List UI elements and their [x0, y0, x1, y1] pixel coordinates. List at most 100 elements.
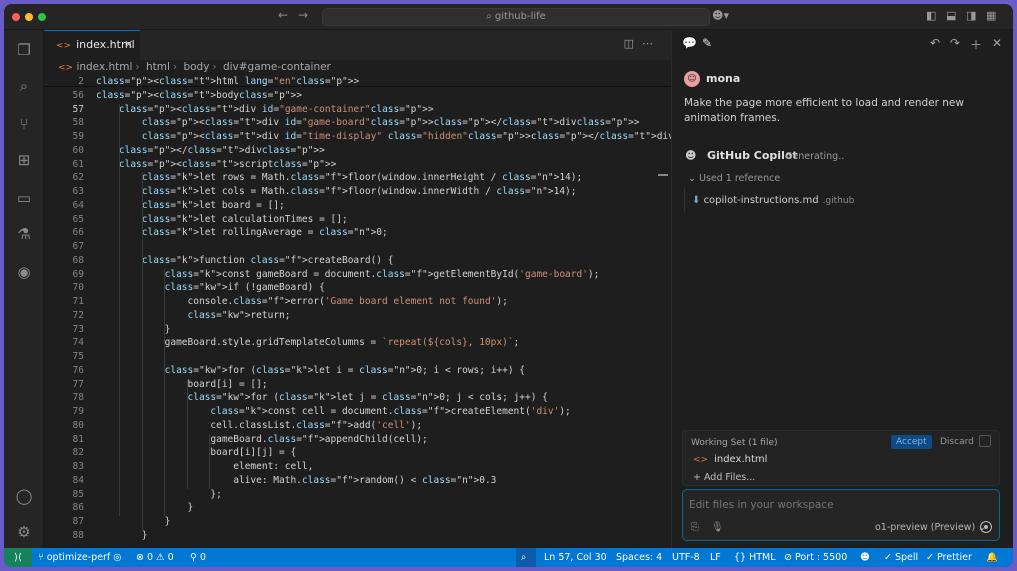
breadcrumb-div[interactable]: div#game-container — [223, 61, 331, 73]
code-line: class="k">let cols = Math.class="f">floo… — [141, 186, 577, 197]
code-line: class="k">function class="f">createBoard… — [141, 254, 394, 266]
indentation[interactable]: Spaces: 4 — [616, 548, 662, 567]
remote-explorer-icon[interactable]: ▭ — [14, 188, 34, 208]
customize-layout-icon[interactable]: ▦ — [986, 9, 996, 22]
chat-icon[interactable]: 💬 — [682, 36, 697, 50]
line-number: 56 — [72, 89, 84, 101]
breadcrumb-html[interactable]: html — [146, 61, 170, 73]
editor-actions[interactable]: ◫⋯ — [624, 37, 661, 50]
code-line: board[i] = []; — [96, 378, 268, 390]
attach-icon[interactable]: ⎘ — [691, 522, 699, 533]
settings-gear-icon[interactable]: ⚙ — [14, 522, 34, 542]
code-line: element: cell, — [96, 461, 314, 472]
indent-guide — [187, 378, 188, 489]
new-session-icon[interactable]: ＋ — [970, 36, 982, 53]
indent-guide — [209, 433, 210, 489]
testing-icon[interactable]: ⚗ — [14, 224, 34, 244]
user-message: Make the page more efficient to load and… — [684, 97, 964, 124]
live-server-port[interactable]: ⊘ Port : 5500 — [784, 548, 847, 567]
copilot-edits-icon[interactable]: ✎ — [702, 36, 712, 50]
send-icon[interactable] — [980, 521, 992, 533]
working-set-file[interactable]: <> index.html — [693, 454, 767, 465]
sticky-scroll-divider — [44, 86, 671, 87]
redo-icon[interactable]: ↷ — [950, 36, 960, 50]
problems-indicator[interactable]: ⊗ 0 ⚠ 0 — [136, 548, 174, 567]
markdown-file-icon: ⬇ — [692, 195, 704, 206]
model-picker[interactable]: o1-preview (Preview) ⌄ — [875, 522, 986, 533]
search-icon[interactable]: ⌕ — [14, 76, 34, 96]
zoom-icon[interactable]: ⌕ — [516, 548, 536, 567]
reference-item[interactable]: ⬇ copilot-instructions.md .github — [692, 195, 854, 206]
copilot-menu-icon[interactable]: ☻▾ — [712, 9, 729, 22]
chevron-down-icon: ⌄ — [688, 173, 699, 184]
line-number: 65 — [72, 213, 84, 225]
notifications-icon[interactable]: 🔔 — [986, 548, 998, 567]
command-center[interactable]: ⌕ github-life — [322, 8, 710, 26]
code-line: class="k">let board = []; — [141, 199, 285, 211]
activity-bar: ❐ ⌕ ⑂ ⊞ ▭ ⚗ ◉ ◯ ⚙ — [4, 30, 44, 548]
line-number: 66 — [72, 227, 84, 239]
title-bar: ← → ⌕ github-life ☻▾ ◧ ⬓ ◨ ▦ — [4, 4, 1013, 30]
microphone-icon[interactable]: 🎙 — [711, 522, 724, 533]
code-line: board[i][j] = { — [96, 447, 297, 459]
forward-button[interactable]: → — [298, 8, 308, 22]
toggle-primary-sidebar-icon[interactable]: ◧ — [926, 9, 936, 22]
cursor-position[interactable]: Ln 57, Col 30 — [544, 548, 607, 567]
close-tab-icon[interactable]: ✕ — [124, 31, 133, 59]
branch-name: optimize-perf — [46, 552, 111, 563]
accept-button[interactable]: Accept — [891, 435, 932, 449]
spell-indicator[interactable]: ✓ Spell — [884, 548, 918, 567]
language-mode[interactable]: {} HTML — [734, 548, 776, 567]
more-actions-icon[interactable] — [979, 435, 991, 447]
code-line: class="kw">if (!gameBoard) { — [164, 282, 325, 294]
accounts-icon[interactable]: ◯ — [14, 486, 34, 506]
line-number: 70 — [72, 282, 84, 294]
minimize-window-icon[interactable] — [25, 13, 33, 21]
line-number: 64 — [72, 199, 84, 211]
extensions-icon[interactable]: ⊞ — [14, 150, 34, 170]
line-number: 87 — [72, 516, 84, 527]
back-button[interactable]: ← — [278, 8, 288, 22]
prettier-indicator[interactable]: ✓ Prettier — [926, 548, 972, 567]
line-number: 74 — [72, 337, 84, 349]
encoding[interactable]: UTF-8 — [672, 548, 700, 567]
discard-button[interactable]: Discard — [935, 435, 979, 449]
end-of-line[interactable]: LF — [710, 548, 721, 567]
code-line: class="p"><class="t">scriptclass="p">> — [118, 158, 337, 170]
undo-icon[interactable]: ↶ — [930, 36, 940, 50]
line-number: 72 — [72, 309, 84, 321]
chat-input-box: ⎘ 🎙 o1-preview (Preview) ⌄ — [682, 489, 1000, 541]
branch-indicator[interactable]: ⑂ optimize-perf ◎ — [38, 548, 122, 567]
code-line: }; — [96, 488, 222, 500]
tab-index-html[interactable]: <> index.html ✕ — [44, 30, 140, 60]
breadcrumb-file[interactable]: index.html — [76, 61, 132, 73]
maximize-window-icon[interactable] — [38, 13, 46, 21]
remote-indicator-icon[interactable]: ⟩⟨ — [4, 548, 32, 567]
github-icon[interactable]: ◉ — [14, 262, 34, 282]
line-number: 85 — [72, 488, 84, 500]
line-number: 62 — [72, 172, 84, 184]
references-toggle[interactable]: ⌄ Used 1 reference — [688, 173, 780, 184]
line-number: 82 — [72, 447, 84, 459]
breadcrumb: <> index.html › html › body › div#game-cont… — [58, 61, 331, 73]
explorer-icon[interactable]: ❐ — [14, 40, 34, 60]
line-number: 83 — [72, 461, 84, 472]
line-number: 81 — [72, 433, 84, 445]
ports-indicator[interactable]: ⚲ 0 — [190, 548, 206, 567]
broadcast-icon: ⊘ — [784, 552, 795, 563]
line-number: 57 — [72, 103, 84, 115]
add-files-button[interactable]: + Add Files... — [693, 472, 755, 483]
close-window-icon[interactable] — [12, 13, 20, 21]
chat-input[interactable] — [689, 499, 979, 511]
source-control-icon[interactable]: ⑂ — [14, 114, 34, 134]
toggle-secondary-sidebar-icon[interactable]: ◨ — [966, 9, 976, 22]
line-number: 88 — [72, 529, 84, 541]
close-panel-icon[interactable]: ✕ — [992, 36, 1002, 50]
copilot-status-icon[interactable]: ☻ — [860, 548, 870, 567]
status-bar: ⟩⟨ ⑂ optimize-perf ◎ ⊗ 0 ⚠ 0 ⚲ 0 ⌕ Ln 57… — [4, 548, 1013, 567]
toggle-panel-icon[interactable]: ⬓ — [946, 9, 956, 22]
breadcrumb-body[interactable]: body — [183, 61, 209, 73]
editor-tabs: <> index.html ✕ ◫⋯ — [44, 30, 671, 60]
line-number: 69 — [72, 268, 84, 280]
user-name: mona — [706, 72, 741, 85]
